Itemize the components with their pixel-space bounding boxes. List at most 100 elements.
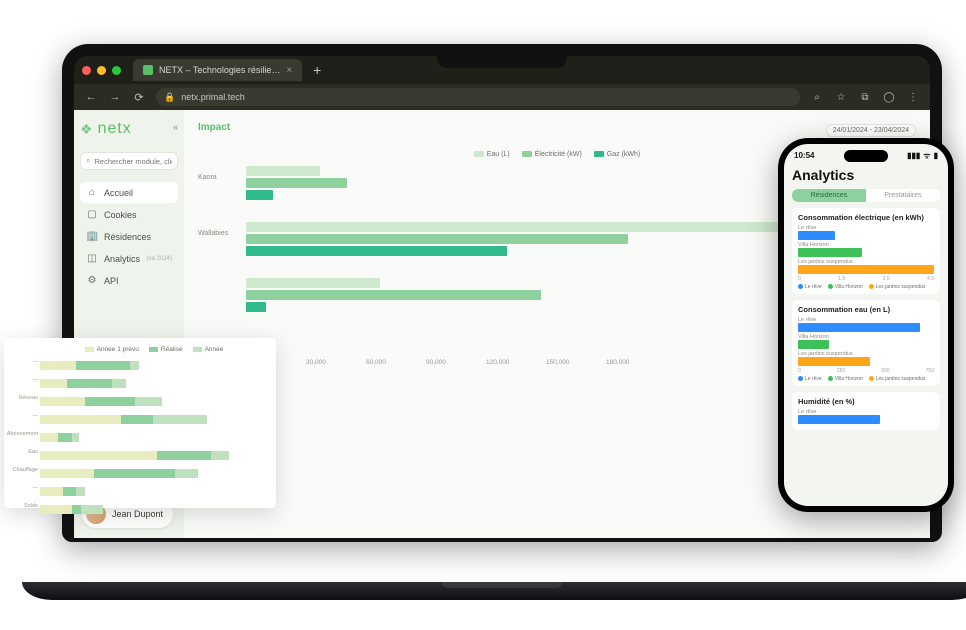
sidebar-item-accueil[interactable]: ⌂ Accueil bbox=[80, 182, 178, 203]
legend-item: Villa Horizon bbox=[835, 376, 863, 382]
card-legend: Le rêve Villa Horizon Les jardins suspen… bbox=[798, 376, 934, 382]
overlay-row-label: Chauffage bbox=[6, 467, 38, 473]
status-right: ▮▮▮ ᯤ ▮ bbox=[907, 150, 938, 161]
overlay-segment bbox=[94, 469, 175, 478]
overlay-legend: Année 1 prévu Réalisé Année bbox=[40, 346, 268, 353]
overlay-segment bbox=[153, 415, 207, 424]
tick: 3.0 bbox=[883, 276, 890, 282]
bar-elec bbox=[246, 178, 347, 188]
sidebar-item-residences[interactable]: 🏢 Résidences bbox=[80, 226, 178, 247]
overlay-row-label: Solde bbox=[6, 503, 38, 509]
sidebar-item-cookies[interactable]: ▢ Cookies bbox=[80, 204, 178, 225]
search-icon: ⌕ bbox=[86, 156, 90, 166]
traffic-light-close[interactable] bbox=[82, 66, 91, 75]
segment-prestataires[interactable]: Prestataires bbox=[866, 189, 940, 202]
xaxis-tick: 30,000 bbox=[306, 359, 366, 366]
toolbar: ← → ⟳ 🔒 netx.primal.tech ⌕ ☆ ⧉ ◯ ⋮ bbox=[74, 84, 930, 110]
overlay-segment bbox=[76, 361, 130, 370]
collapse-sidebar-button[interactable]: « bbox=[173, 122, 178, 132]
bar bbox=[798, 357, 870, 366]
overlay-segment bbox=[157, 451, 211, 460]
card-title: Consommation électrique (en kWh) bbox=[798, 213, 934, 222]
tick: 250 bbox=[837, 368, 845, 374]
tick: 0 bbox=[798, 368, 801, 374]
overlay-segment bbox=[81, 505, 104, 514]
browser-tab[interactable]: NETX – Technologies résilie… × bbox=[133, 59, 302, 81]
bar bbox=[798, 415, 880, 424]
dynamic-island bbox=[844, 150, 888, 162]
sidebar-item-label: Analytics bbox=[104, 254, 140, 264]
address-bar[interactable]: 🔒 netx.primal.tech bbox=[156, 88, 800, 106]
bar-elec bbox=[246, 290, 541, 300]
reload-icon[interactable]: ⟳ bbox=[132, 90, 146, 104]
extensions-icon[interactable]: ⧉ bbox=[858, 92, 872, 103]
overlay-segment bbox=[211, 451, 229, 460]
back-icon[interactable]: ← bbox=[84, 90, 98, 104]
tick: 750 bbox=[926, 368, 934, 374]
card-title: Humidité (en %) bbox=[798, 397, 934, 406]
date-range-picker[interactable]: 24/01/2024 - 23/04/2024 bbox=[826, 124, 916, 137]
phone-title: Analytics bbox=[792, 167, 940, 183]
sidebar-item-label: Résidences bbox=[104, 232, 151, 242]
sidebar-item-api[interactable]: ⚙ API bbox=[80, 270, 178, 291]
sidebar-item-label: Cookies bbox=[104, 210, 137, 220]
tab-favicon bbox=[143, 65, 153, 75]
new-tab-button[interactable]: + bbox=[308, 62, 326, 78]
wifi-icon: ᯤ bbox=[923, 150, 930, 161]
chart-icon: ◫ bbox=[86, 253, 98, 264]
close-icon[interactable]: × bbox=[286, 65, 292, 76]
impact-group-label: Kaora bbox=[198, 174, 217, 181]
profile-icon[interactable]: ◯ bbox=[882, 92, 896, 103]
card-title: Consommation eau (en L) bbox=[798, 305, 934, 314]
legend-item: Les jardins suspendus bbox=[876, 284, 926, 290]
phone-screen: 10:54 ▮▮▮ ᯤ ▮ Analytics Résidences Prest… bbox=[784, 144, 948, 506]
bar-gaz bbox=[246, 190, 273, 200]
url-text: netx.primal.tech bbox=[181, 92, 245, 102]
laptop-notch bbox=[437, 50, 567, 68]
search-icon[interactable]: ⌕ bbox=[810, 92, 824, 103]
overlay-row: Eau bbox=[40, 447, 268, 460]
overlay-segment bbox=[40, 487, 63, 496]
overlay-row: — bbox=[40, 357, 268, 370]
forward-icon[interactable]: → bbox=[108, 90, 122, 104]
xaxis-tick: 150,000 bbox=[546, 359, 606, 366]
tick: 4.5 bbox=[927, 276, 934, 282]
phone-body: Analytics Résidences Prestataires Consom… bbox=[784, 163, 948, 503]
legend-eau: Eau (L) bbox=[474, 151, 510, 158]
overlay-segment bbox=[175, 469, 198, 478]
sidebar-search[interactable]: ⌕ bbox=[80, 152, 178, 170]
overlay-segment bbox=[40, 505, 72, 514]
overlay-row: — bbox=[40, 411, 268, 424]
overlay-segment bbox=[40, 379, 67, 388]
sidebar-item-analytics[interactable]: ◫ Analytics (na 2024) bbox=[80, 248, 178, 269]
card-humidite: Humidité (en %) Le rêve bbox=[792, 392, 940, 430]
legend-gaz: Gaz (kWh) bbox=[594, 151, 640, 158]
segment-residences[interactable]: Résidences bbox=[792, 189, 866, 202]
overlay-segment bbox=[130, 361, 139, 370]
card-xaxis: 0 1.5 3.0 4.5 bbox=[798, 276, 934, 282]
impact-group-label: Wallabies bbox=[198, 230, 228, 237]
bar-label: Villa Horizon bbox=[798, 242, 934, 248]
logo-mark-icon: ❖ bbox=[80, 121, 94, 138]
xaxis-tick: 180,000 bbox=[606, 359, 666, 366]
star-icon[interactable]: ☆ bbox=[834, 92, 848, 103]
segmented-control: Résidences Prestataires bbox=[792, 189, 940, 202]
overlay-segment bbox=[40, 415, 121, 424]
search-input[interactable] bbox=[94, 157, 172, 166]
tick: 0 bbox=[798, 276, 801, 282]
overlay-segment bbox=[40, 451, 157, 460]
traffic-light-min[interactable] bbox=[97, 66, 106, 75]
overlay-row-label: — bbox=[6, 413, 38, 419]
api-icon: ⚙ bbox=[86, 275, 98, 286]
overlay-segment bbox=[112, 379, 126, 388]
overlay-segment bbox=[40, 469, 94, 478]
overlay-segment bbox=[76, 487, 85, 496]
xaxis-tick: 120,000 bbox=[486, 359, 546, 366]
overlay-row-label: Réseau bbox=[6, 395, 38, 401]
menu-icon[interactable]: ⋮ bbox=[906, 92, 920, 103]
lock-icon: 🔒 bbox=[164, 92, 175, 103]
overlay-row: Abonnement bbox=[40, 429, 268, 442]
traffic-light-max[interactable] bbox=[112, 66, 121, 75]
xaxis-tick: 90,000 bbox=[426, 359, 486, 366]
card-elec: Consommation électrique (en kWh) Le rêve… bbox=[792, 208, 940, 294]
